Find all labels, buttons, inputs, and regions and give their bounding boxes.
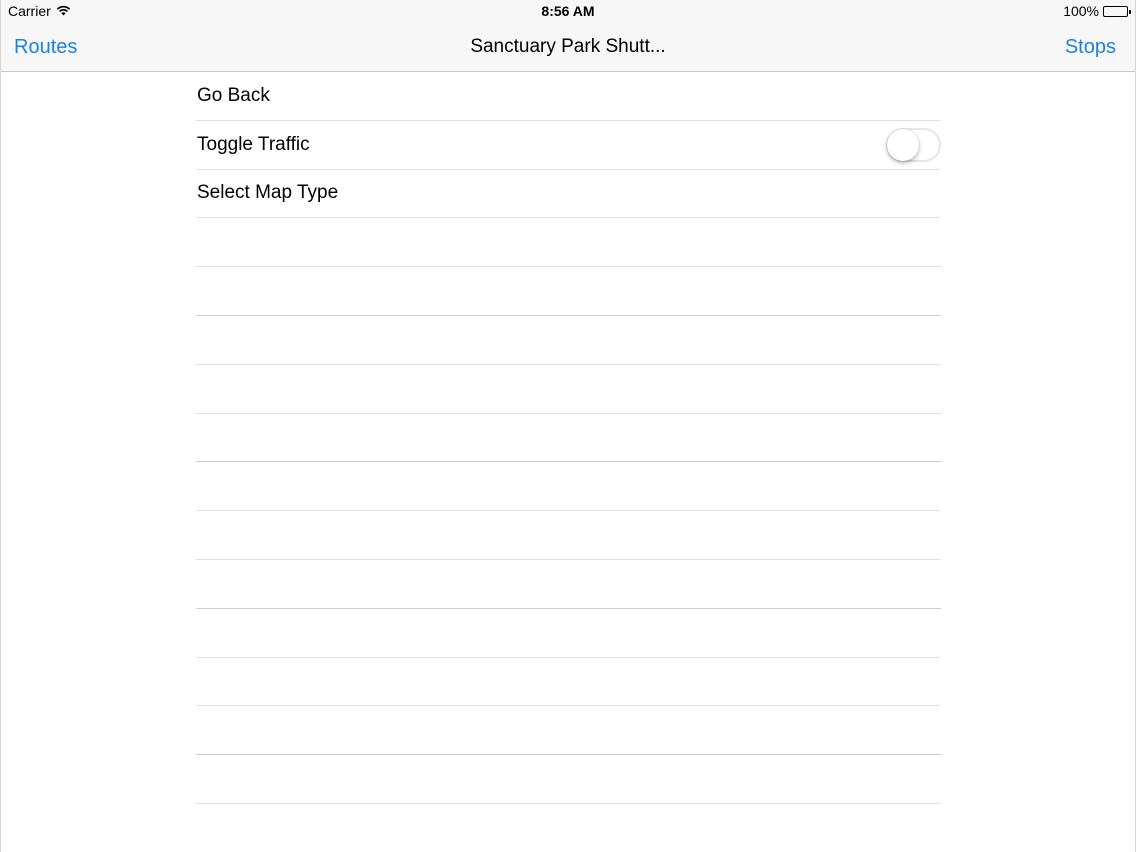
empty-row (196, 462, 941, 512)
options-table: Go Back Toggle Traffic Select Map Type (196, 72, 941, 804)
toggle-traffic-row: Toggle Traffic (196, 121, 941, 170)
empty-row (196, 414, 941, 463)
empty-row (196, 365, 941, 414)
empty-row (196, 609, 941, 658)
battery-icon (1103, 5, 1131, 17)
empty-row (196, 316, 941, 365)
traffic-toggle-switch[interactable] (886, 127, 941, 162)
status-right: 100% (1063, 3, 1131, 19)
empty-row (196, 706, 941, 756)
empty-row (196, 560, 941, 609)
empty-row (196, 755, 941, 804)
empty-row (196, 658, 941, 707)
select-map-type-label: Select Map Type (197, 182, 339, 204)
go-back-label: Go Back (197, 84, 270, 106)
nav-title: Sanctuary Park Shutt... (470, 36, 666, 57)
empty-row (196, 267, 941, 316)
select-map-type-row[interactable]: Select Map Type (196, 170, 941, 219)
status-time: 8:56 AM (541, 3, 595, 19)
empty-row (196, 218, 941, 268)
empty-row (196, 511, 941, 560)
battery-percent: 100% (1063, 3, 1099, 19)
go-back-row[interactable]: Go Back (196, 72, 941, 121)
status-bar: Carrier 8:56 AM 100% (1, 0, 1135, 22)
app-screen: Carrier 8:56 AM 100% Routes Sanctuary Pa… (0, 0, 1136, 852)
toggle-traffic-label: Toggle Traffic (197, 133, 310, 155)
toggle-knob (887, 128, 919, 161)
navigation-bar: Routes Sanctuary Park Shutt... Stops (1, 22, 1135, 72)
stops-button[interactable]: Stops (1065, 36, 1116, 59)
